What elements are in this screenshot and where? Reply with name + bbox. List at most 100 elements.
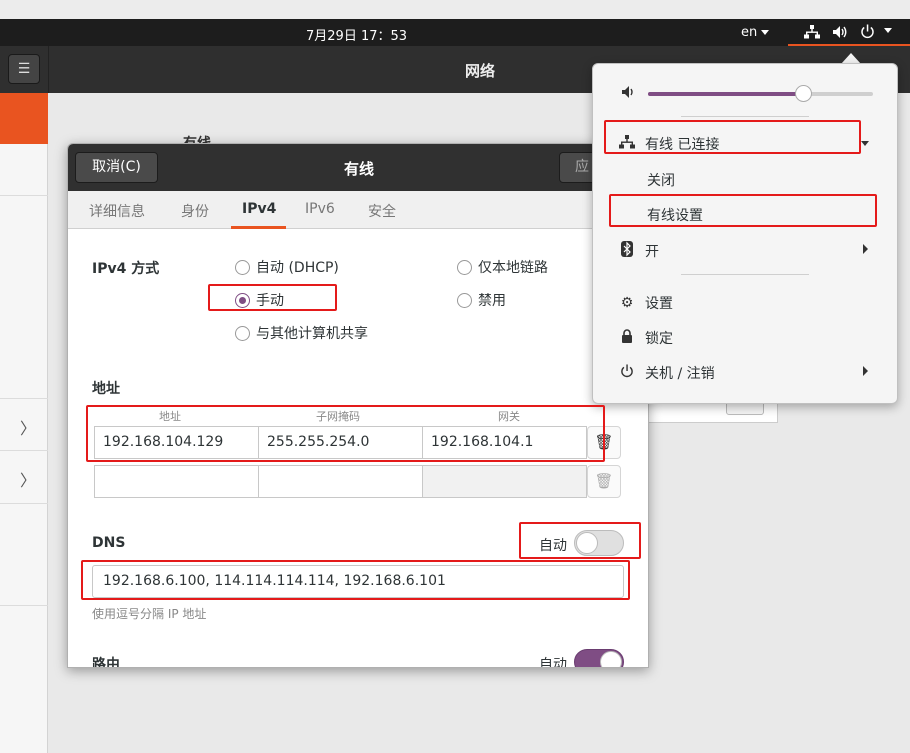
delete-row-button[interactable]: 🗑: [587, 426, 621, 459]
cancel-button[interactable]: 取消(C): [75, 152, 158, 183]
gateway-field[interactable]: [423, 465, 587, 498]
sidebar-divider: [0, 450, 48, 451]
volume-slider-handle[interactable]: [794, 85, 812, 102]
chevron-right-icon: [863, 244, 868, 254]
wired-off-label: 关闭: [647, 173, 675, 189]
chevron-right-icon[interactable]: 〉: [20, 467, 36, 491]
radio-circle-selected: [235, 292, 250, 308]
volume-icon: [622, 86, 633, 98]
radio-auto-dhcp[interactable]: 自动 (DHCP): [235, 257, 339, 277]
window-title: 网络: [465, 62, 496, 80]
bluetooth-item[interactable]: 开: [619, 241, 659, 261]
radio-link-local[interactable]: 仅本地链路: [457, 257, 548, 277]
dns-input[interactable]: 192.168.6.100, 114.114.114.114, 192.168.…: [92, 565, 624, 598]
settings-label: 设置: [645, 296, 673, 312]
radio-disable[interactable]: 禁用: [457, 290, 506, 310]
volume-slider[interactable]: [648, 85, 873, 102]
ipv4-method-label: IPv4 方式: [92, 261, 160, 277]
menu-separator: [681, 116, 809, 117]
gateway-field[interactable]: 192.168.104.1: [423, 426, 587, 459]
radio-label: 禁用: [478, 293, 506, 309]
header-divider: [48, 46, 49, 93]
active-tab-indicator: [231, 226, 286, 229]
wired-off-item[interactable]: 关闭: [647, 170, 675, 190]
lock-icon: [619, 329, 635, 347]
address-row: [94, 465, 587, 498]
language-indicator[interactable]: en: [741, 25, 770, 40]
wired-settings-label: 有线设置: [647, 208, 703, 224]
dns-hint: 使用逗号分隔 IP 地址: [92, 607, 207, 621]
top-strip: [0, 0, 910, 19]
top-bar: 7月29日 17：53 en: [0, 19, 910, 46]
address-section-label: 地址: [92, 381, 120, 397]
tab-identity[interactable]: 身份: [181, 201, 209, 221]
wired-settings-dialog: 取消(C) 有线 应 详细信息 身份 IPv4 IPv6 安全 IPv4 方式 …: [67, 143, 649, 668]
dns-label: DNS: [92, 535, 126, 551]
dialog-title: 有线: [344, 160, 375, 178]
radio-label: 与其他计算机共享: [256, 326, 368, 342]
settings-item[interactable]: ⚙ 设置: [619, 293, 673, 313]
dialog-tabs: 详细信息 身份 IPv4 IPv6 安全: [68, 191, 648, 229]
tab-details[interactable]: 详细信息: [89, 201, 145, 221]
power-item[interactable]: 关机 / 注销: [619, 363, 715, 383]
trash-icon: 🗑: [594, 472, 614, 490]
radio-circle: [235, 325, 250, 341]
radio-shared[interactable]: 与其他计算机共享: [235, 323, 368, 343]
power-icon: [619, 364, 635, 382]
address-field[interactable]: 192.168.104.129: [94, 426, 259, 459]
system-tray[interactable]: [788, 19, 910, 46]
chevron-down-icon: [861, 141, 869, 146]
lock-label: 锁定: [645, 331, 673, 347]
trash-icon: 🗑: [594, 433, 614, 451]
menu-button[interactable]: ☰: [8, 54, 40, 84]
chevron-down-icon: [884, 28, 892, 33]
power-label: 关机 / 注销: [645, 366, 715, 382]
routes-label: 路由: [92, 657, 120, 668]
system-menu: 有线 已连接 关闭 有线设置 开 ⚙ 设置 锁定 关机 / 注销: [592, 63, 898, 404]
chevron-right-icon: [863, 366, 868, 376]
network-icon: [804, 25, 820, 39]
lock-item[interactable]: 锁定: [619, 328, 673, 348]
network-icon: [619, 135, 635, 153]
radio-label: 自动 (DHCP): [256, 260, 339, 276]
radio-circle: [235, 259, 250, 275]
chevron-down-icon: [761, 30, 770, 35]
menu-separator: [681, 274, 809, 275]
settings-sidebar: 〉 〉: [0, 93, 48, 753]
routes-auto-toggle[interactable]: [574, 649, 624, 667]
tab-ipv6[interactable]: IPv6: [305, 201, 335, 217]
wired-settings-item[interactable]: 有线设置: [647, 205, 703, 225]
radio-manual[interactable]: 手动: [235, 290, 284, 310]
delete-row-button[interactable]: 🗑: [587, 465, 621, 498]
bluetooth-label: 开: [645, 244, 659, 260]
language-label: en: [741, 25, 758, 40]
column-header-address: 地址: [159, 410, 181, 423]
routes-auto-label: 自动: [539, 657, 567, 668]
wired-status-label: 有线 已连接: [645, 137, 720, 153]
netmask-field[interactable]: 255.255.254.0: [259, 426, 423, 459]
netmask-field[interactable]: [259, 465, 423, 498]
tab-ipv4[interactable]: IPv4: [242, 201, 276, 217]
toggle-knob: [600, 651, 622, 667]
clock[interactable]: 7月29日 17：53: [306, 25, 407, 44]
address-row: 192.168.104.129 255.255.254.0 192.168.10…: [94, 426, 587, 459]
power-icon: [861, 24, 874, 39]
sidebar-divider: [0, 195, 48, 196]
tab-security[interactable]: 安全: [368, 201, 396, 221]
chevron-right-icon[interactable]: 〉: [20, 415, 36, 439]
column-header-netmask: 子网掩码: [316, 410, 360, 423]
wired-connected-item[interactable]: 有线 已连接: [619, 134, 719, 154]
address-field[interactable]: [94, 465, 259, 498]
radio-circle: [457, 259, 472, 275]
bluetooth-icon: [619, 241, 635, 261]
radio-label: 手动: [256, 293, 284, 309]
radio-label: 仅本地链路: [478, 260, 548, 276]
radio-circle: [457, 292, 472, 308]
column-header-gateway: 网关: [498, 410, 520, 423]
dns-auto-toggle[interactable]: [574, 530, 624, 556]
sidebar-divider: [0, 605, 48, 606]
gear-icon: ⚙: [620, 295, 634, 311]
dialog-header: 取消(C) 有线 应: [68, 144, 648, 191]
sidebar-item-network[interactable]: [0, 93, 48, 144]
volume-slider-fill: [648, 92, 804, 96]
